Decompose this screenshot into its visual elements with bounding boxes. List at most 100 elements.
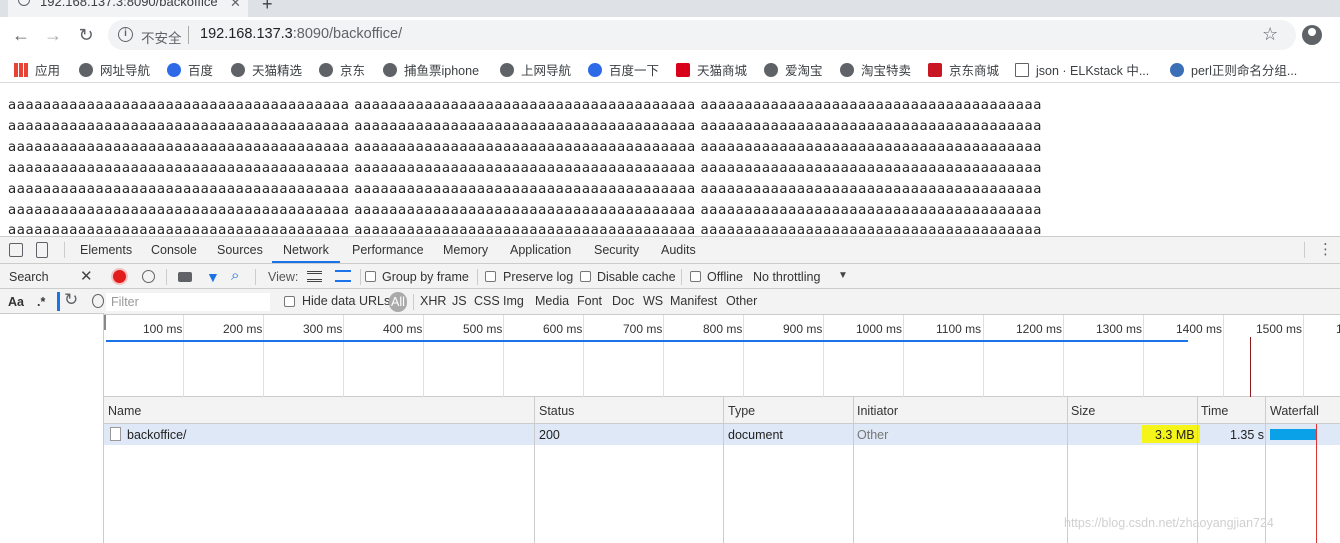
load-event-line	[1316, 424, 1317, 543]
bookmark-item[interactable]: 京东	[319, 60, 365, 79]
record-icon[interactable]	[113, 270, 126, 283]
preserve-log-label: Preserve log	[503, 270, 574, 284]
timeline-tick-label: 1000 ms	[856, 322, 903, 336]
tab-audits[interactable]: Audits	[661, 243, 696, 257]
request-name[interactable]: backoffice/	[127, 428, 187, 442]
clear-icon[interactable]	[92, 294, 104, 308]
group-by-frame-checkbox[interactable]	[365, 271, 376, 282]
new-tab-button[interactable]: +	[262, 0, 273, 15]
column-header-name[interactable]: Name	[108, 404, 141, 418]
preserve-log-checkbox[interactable]	[485, 271, 496, 282]
timeline-gridline	[263, 315, 264, 397]
bookmark-item[interactable]: perl正则命名分组...	[1170, 60, 1297, 79]
page-text-line: aaaaaaaaaaaaaaaaaaaaaaaaaaaaaaaaaaaaaaa …	[8, 181, 1043, 197]
large-rows-icon[interactable]	[307, 271, 322, 282]
selected-tab-indicator	[272, 261, 340, 263]
match-case-button[interactable]: Aa	[8, 295, 24, 309]
tab-performance[interactable]: Performance	[352, 243, 424, 257]
globe-icon	[764, 63, 778, 77]
tab-sources[interactable]: Sources	[217, 243, 263, 257]
bookmark-item[interactable]: 京东商城	[928, 60, 999, 79]
table-row[interactable]: backoffice/ 200 document Other 3.3 MB 1.…	[104, 424, 1340, 445]
browser-tab[interactable]: 192.168.137.3:8090/backoffice ✕	[8, 0, 248, 17]
search-input[interactable]	[57, 292, 60, 311]
refresh-icon[interactable]: ↻	[64, 290, 78, 310]
filter-type-js[interactable]: JS	[452, 294, 467, 308]
inspect-element-icon[interactable]	[9, 243, 23, 257]
regex-button[interactable]: .*	[37, 295, 45, 309]
bookmark-item[interactable]: 天猫精选	[231, 60, 302, 79]
bookmark-star-icon[interactable]: ☆	[1262, 24, 1278, 45]
filter-type-other[interactable]: Other	[726, 294, 757, 308]
url-path: :8090/backoffice/	[292, 26, 403, 42]
tab-network[interactable]: Network	[283, 243, 329, 257]
close-tab-icon[interactable]: ✕	[230, 0, 241, 11]
divider	[64, 242, 65, 258]
search-icon[interactable]: ⌕	[231, 267, 239, 284]
bookmark-item[interactable]: 百度一下	[588, 60, 659, 79]
network-overview-timeline[interactable]: 100 ms 200 ms 300 ms 400 ms 500 ms 600 m…	[104, 315, 1340, 397]
bookmark-item[interactable]: 百度	[167, 60, 213, 79]
filter-type-css[interactable]: CSS	[474, 294, 500, 308]
tab-console[interactable]: Console	[151, 243, 197, 257]
column-header-initiator[interactable]: Initiator	[857, 404, 898, 418]
bookmark-item[interactable]: 捕鱼票iphone	[383, 60, 479, 79]
reload-icon[interactable]: ↻	[74, 23, 98, 47]
column-header-time[interactable]: Time	[1201, 404, 1228, 418]
filter-type-all[interactable]: All	[389, 292, 407, 312]
column-header-waterfall[interactable]: Waterfall	[1270, 404, 1319, 418]
network-toolbar: ▼ ⌕ View: Group by frame Preserve log Di…	[104, 264, 1340, 289]
bookmarks-bar: 应用 网址导航 百度 天猫精选 京东 捕鱼票iphone 上网导航 百度一下 天…	[0, 53, 1340, 83]
info-icon[interactable]: i	[118, 27, 133, 42]
filter-funnel-icon[interactable]: ▼	[206, 269, 220, 285]
disable-cache-label: Disable cache	[597, 270, 676, 284]
timeline-gridline	[1303, 315, 1304, 397]
filter-type-ws[interactable]: WS	[643, 294, 663, 308]
back-arrow-icon[interactable]: ←	[9, 23, 33, 47]
throttling-select[interactable]: No throttling	[753, 270, 820, 284]
device-toolbar-icon[interactable]	[36, 242, 48, 258]
filter-type-img[interactable]: Img	[503, 294, 524, 308]
timeline-tick-label: 100 ms	[143, 322, 183, 336]
timeline-start-handle[interactable]	[104, 315, 106, 330]
bookmark-item[interactable]: 上网导航	[500, 60, 571, 79]
timeline-tick-label: 400 ms	[383, 322, 423, 336]
filter-type-font[interactable]: Font	[577, 294, 602, 308]
column-header-size[interactable]: Size	[1071, 404, 1095, 418]
column-header-status[interactable]: Status	[539, 404, 574, 418]
tab-elements[interactable]: Elements	[80, 243, 132, 257]
bookmark-item[interactable]: 爱淘宝	[764, 60, 823, 79]
filter-type-manifest[interactable]: Manifest	[670, 294, 717, 308]
tab-memory[interactable]: Memory	[443, 243, 488, 257]
close-icon[interactable]: ✕	[80, 267, 93, 285]
bookmark-item[interactable]: 网址导航	[79, 60, 150, 79]
column-header-type[interactable]: Type	[728, 404, 755, 418]
devtools-panel: Elements Console Sources Network Perform…	[0, 236, 1340, 543]
screenshot-camera-icon[interactable]	[178, 272, 192, 282]
request-time: 1.35 s	[1230, 428, 1265, 442]
address-bar[interactable]: i 不安全 192.168.137.3:8090/backoffice/ ☆	[108, 20, 1296, 50]
bookmark-item[interactable]: 应用	[14, 60, 60, 79]
chevron-down-icon[interactable]: ▼	[838, 270, 848, 281]
filter-input[interactable]: Filter	[106, 293, 270, 311]
bookmark-label: 百度一下	[609, 64, 660, 78]
column-divider	[534, 397, 535, 543]
disable-cache-checkbox[interactable]	[580, 271, 591, 282]
waterfall-view-icon[interactable]	[335, 270, 351, 282]
tab-application[interactable]: Application	[510, 243, 571, 257]
bookmark-item[interactable]: 天猫商城	[676, 60, 747, 79]
bookmark-item[interactable]: 淘宝特卖	[840, 60, 911, 79]
filter-type-media[interactable]: Media	[535, 294, 569, 308]
bookmark-item[interactable]: json · ELKstack 中...	[1015, 60, 1149, 79]
url-text[interactable]: 192.168.137.3:8090/backoffice/	[200, 26, 402, 42]
filter-type-doc[interactable]: Doc	[612, 294, 634, 308]
profile-avatar-icon[interactable]	[1302, 25, 1322, 45]
hide-data-urls-checkbox[interactable]	[284, 296, 295, 307]
filter-type-xhr[interactable]: XHR	[420, 294, 446, 308]
tab-security[interactable]: Security	[594, 243, 639, 257]
more-options-icon[interactable]: ⋮	[1318, 240, 1333, 258]
forward-arrow-icon[interactable]: →	[41, 23, 65, 47]
tmall-icon	[676, 63, 690, 77]
clear-log-icon[interactable]	[142, 270, 155, 283]
offline-checkbox[interactable]	[690, 271, 701, 282]
